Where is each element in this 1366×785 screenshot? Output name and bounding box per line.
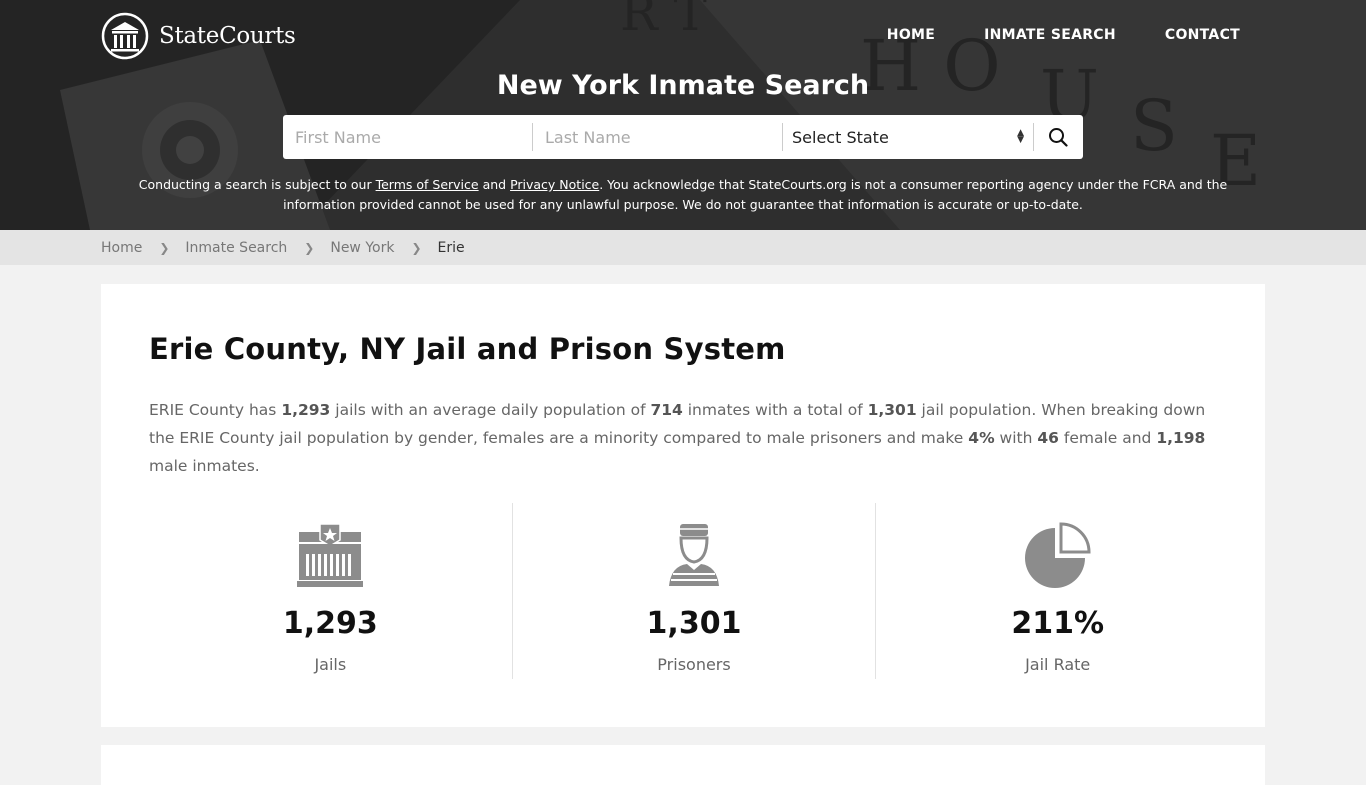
stats-row: 1,293 Jails 1,301 Prisoners 211% Jail Ra… bbox=[149, 503, 1239, 679]
stat-prisoners-label: Prisoners bbox=[657, 655, 731, 674]
county-description: ERIE County has 1,293 jails with an aver… bbox=[149, 396, 1219, 480]
breadcrumb-current: Erie bbox=[437, 239, 465, 256]
stat-jails-label: Jails bbox=[314, 655, 347, 674]
stat-jail-rate: 211% Jail Rate bbox=[875, 503, 1239, 679]
select-arrows-icon: ▲ ▼ bbox=[1017, 128, 1024, 145]
stat-jail-rate-value: 211% bbox=[1011, 606, 1105, 641]
nav-home[interactable]: HOME bbox=[887, 27, 935, 43]
next-section-card bbox=[101, 745, 1265, 785]
text: ERIE County has bbox=[149, 401, 282, 419]
last-name-input[interactable] bbox=[533, 123, 783, 151]
jails-count: 1,293 bbox=[281, 401, 331, 419]
state-select[interactable]: Select State ▲ ▼ bbox=[783, 123, 1034, 151]
female-count: 46 bbox=[1037, 429, 1059, 447]
disclaimer-text: Conducting a search is subject to our bbox=[138, 177, 376, 192]
search-icon bbox=[1049, 128, 1068, 147]
hero-banner: H O U S E R T StateCourts HOME INMATE SE… bbox=[0, 0, 1366, 230]
breadcrumb-inmate-search[interactable]: Inmate Search bbox=[185, 240, 287, 256]
jail-building-icon bbox=[297, 524, 364, 587]
courthouse-logo-icon bbox=[101, 12, 149, 60]
stat-jails: 1,293 Jails bbox=[149, 503, 512, 679]
county-title: Erie County, NY Jail and Prison System bbox=[149, 332, 786, 366]
main-nav: HOME INMATE SEARCH CONTACT bbox=[887, 27, 1240, 43]
male-count: 1,198 bbox=[1156, 429, 1206, 447]
text: female and bbox=[1058, 429, 1157, 447]
breadcrumb-state[interactable]: New York bbox=[330, 240, 394, 256]
text: male inmates. bbox=[149, 457, 260, 475]
disclaimer-text: and bbox=[478, 177, 511, 192]
chevron-right-icon: ❯ bbox=[159, 240, 170, 255]
privacy-notice-link[interactable]: Privacy Notice bbox=[510, 177, 599, 192]
page-heading: New York Inmate Search bbox=[496, 70, 870, 101]
pie-chart-icon bbox=[1024, 522, 1091, 588]
text: jails with an average daily population o… bbox=[330, 401, 651, 419]
text: inmates with a total of bbox=[682, 401, 868, 419]
nav-contact[interactable]: CONTACT bbox=[1165, 27, 1240, 43]
nav-inmate-search[interactable]: INMATE SEARCH bbox=[984, 27, 1116, 43]
stat-jails-value: 1,293 bbox=[282, 606, 378, 641]
stat-prisoners: 1,301 Prisoners bbox=[511, 503, 876, 679]
prisoner-icon bbox=[669, 524, 719, 586]
search-disclaimer: Conducting a search is subject to our Te… bbox=[120, 175, 1246, 215]
breadcrumb: Home ❯ Inmate Search ❯ New York ❯ Erie bbox=[0, 230, 1366, 265]
average-population: 714 bbox=[650, 401, 683, 419]
brand-name: StateCourts bbox=[159, 23, 296, 49]
breadcrumb-home[interactable]: Home bbox=[101, 240, 142, 256]
search-form: Select State ▲▼ bbox=[283, 115, 1083, 159]
county-summary-card: Erie County, NY Jail and Prison System E… bbox=[101, 284, 1265, 727]
stat-jail-rate-label: Jail Rate bbox=[1025, 655, 1091, 674]
state-select-value: Select State bbox=[792, 127, 889, 147]
terms-of-service-link[interactable]: Terms of Service bbox=[376, 177, 479, 192]
first-name-input[interactable] bbox=[283, 123, 533, 151]
text: with bbox=[994, 429, 1038, 447]
chevron-right-icon: ❯ bbox=[411, 240, 422, 255]
total-population: 1,301 bbox=[867, 401, 917, 419]
logo[interactable]: StateCourts bbox=[101, 12, 296, 60]
stat-prisoners-value: 1,301 bbox=[646, 606, 742, 641]
chevron-right-icon: ❯ bbox=[304, 240, 315, 255]
female-percent: 4% bbox=[968, 429, 995, 447]
search-button[interactable] bbox=[1034, 115, 1082, 159]
